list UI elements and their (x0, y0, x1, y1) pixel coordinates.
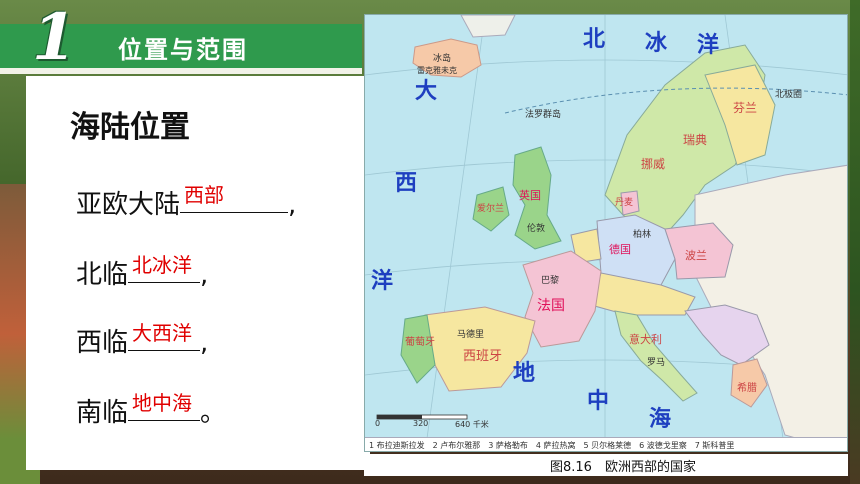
answer-blank: 西部 (180, 182, 289, 213)
answer-text: 地中海 (132, 391, 193, 415)
answer-text: 北冰洋 (132, 253, 193, 277)
background-trees (850, 0, 860, 484)
ocean-label: 地 (513, 361, 536, 386)
place-label: 英国 (519, 189, 541, 202)
fill-suffix: 。 (200, 398, 227, 428)
ocean-label: 大 (415, 79, 438, 104)
section-title: 位置与范围 (118, 36, 248, 64)
content-heading: 海陆位置 (70, 110, 190, 145)
europe-map: 冰岛 雷克雅未克 法罗群岛 英国 爱尔兰 伦敦 法国 巴黎 西班牙 葡萄牙 马德… (364, 14, 848, 452)
place-label: 瑞典 (683, 133, 708, 147)
place-label: 冰岛 (433, 54, 452, 64)
greenland-shape (460, 15, 516, 38)
ocean-label: 冰 (645, 31, 668, 56)
place-label: 芬兰 (733, 101, 758, 115)
fill-suffix: , (288, 190, 297, 220)
ocean-label: 西 (395, 171, 418, 196)
fill-prefix: 北临 (76, 260, 129, 290)
place-label: 丹麦 (615, 198, 634, 208)
map-legend: 1 布拉迪斯拉发 2 卢布尔雅那 3 萨格勒布 4 萨拉热窝 5 贝尔格莱德 6… (369, 441, 735, 450)
place-label: 巴黎 (541, 276, 560, 286)
fill-suffix: , (200, 328, 209, 358)
content-card: 海陆位置 亚欧大陆 西部, 北临 北冰洋, 西临 大西洋, 南临 地中海。 (26, 76, 370, 470)
answer-text: 西部 (184, 183, 225, 207)
place-label: 伦敦 (527, 224, 546, 234)
ocean-label: 洋 (371, 269, 394, 294)
place-label: 法国 (537, 298, 565, 314)
answer-blank: 大西洋 (128, 320, 201, 351)
place-label: 爱尔兰 (477, 204, 505, 214)
place-label: 希腊 (737, 383, 757, 394)
fill-prefix: 南临 (76, 398, 129, 428)
ocean-label: 中 (587, 389, 610, 414)
scale-label: 320 (413, 419, 429, 428)
place-label: 法罗群岛 (525, 110, 562, 120)
map-caption: 图8.16 欧洲西部的国家 (550, 460, 696, 475)
fill-line-3: 西临 大西洋, (76, 320, 208, 359)
place-label: 意大利 (629, 333, 662, 346)
fill-prefix: 西临 (76, 328, 129, 358)
fill-line-2: 北临 北冰洋, (76, 252, 208, 291)
place-label: 波兰 (685, 249, 707, 262)
answer-blank: 地中海 (128, 390, 201, 421)
answer-text: 大西洋 (132, 321, 193, 345)
section-number: 1 (32, 0, 77, 75)
place-label: 德国 (609, 243, 631, 256)
fill-prefix: 亚欧大陆 (76, 190, 181, 220)
place-label: 北极圈 (775, 90, 803, 100)
fill-line-4: 南临 地中海。 (76, 390, 226, 429)
scale-label: 0 (375, 419, 381, 428)
fill-line-1: 亚欧大陆 西部, (76, 182, 296, 221)
ocean-label: 洋 (697, 33, 720, 58)
place-label: 马德里 (457, 330, 485, 340)
place-label: 挪威 (641, 157, 666, 171)
place-label: 葡萄牙 (405, 337, 435, 348)
place-label: 罗马 (647, 358, 666, 368)
map-legend-bar: 1 布拉迪斯拉发 2 卢布尔雅那 3 萨格勒布 4 萨拉热窝 5 贝尔格莱德 6… (365, 437, 847, 451)
ocean-label: 海 (649, 407, 672, 432)
answer-blank: 北冰洋 (128, 252, 201, 283)
scale-label: 640 千米 (455, 420, 489, 429)
ocean-label: 北 (583, 27, 606, 52)
fill-suffix: , (200, 260, 209, 290)
place-label: 柏林 (633, 230, 652, 240)
map-caption-bar: 图8.16 欧洲西部的国家 (364, 454, 848, 476)
place-label: 西班牙 (463, 349, 503, 364)
